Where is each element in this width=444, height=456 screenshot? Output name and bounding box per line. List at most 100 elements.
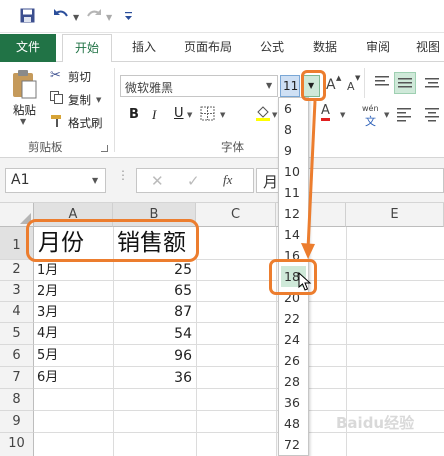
phonetic-top-text: wén [362, 104, 379, 113]
cell-a3[interactable]: 2月 [37, 282, 58, 301]
cell-a4[interactable]: 3月 [37, 303, 58, 322]
annotation-arrow-icon [301, 100, 317, 259]
font-size-option[interactable]: 36 [279, 392, 308, 413]
phonetic-dropdown-icon[interactable]: ▼ [384, 111, 389, 119]
row-header-3[interactable]: 3 [0, 281, 34, 302]
font-size-value: 11 [283, 79, 299, 93]
align-center-icon[interactable] [424, 106, 440, 122]
row-header-5[interactable]: 5 [0, 323, 34, 345]
row-header-2[interactable]: 2 [0, 260, 34, 281]
name-box[interactable]: A1 ▼ [5, 168, 106, 193]
cell-a5[interactable]: 4月 [37, 324, 58, 344]
format-painter-icon[interactable] [50, 114, 64, 128]
align-middle-icon[interactable] [394, 72, 416, 94]
grid-row-line [34, 367, 444, 389]
formula-bar: A1 ▼ ⋮ ✕ ✓ fx 月 [0, 158, 444, 203]
mouse-cursor-icon [298, 272, 312, 291]
cell-b5[interactable]: 54 [114, 324, 192, 344]
row-header-8[interactable]: 8 [0, 389, 34, 411]
tab-view[interactable]: 视图 [408, 34, 444, 62]
grid-row-line [34, 323, 444, 345]
tab-insert[interactable]: 插入 [124, 34, 164, 62]
align-bottom-icon[interactable] [424, 74, 440, 90]
row-header-7[interactable]: 7 [0, 367, 34, 389]
underline-button[interactable]: U [174, 106, 184, 121]
copy-icon[interactable] [50, 91, 63, 104]
row-header-10[interactable]: 10 [0, 433, 34, 456]
formula-bar-grip-icon[interactable]: ⋮ [117, 169, 129, 181]
bold-button[interactable]: B [129, 107, 139, 122]
save-icon[interactable] [20, 8, 35, 23]
grow-font-arrow: ▲ [336, 74, 342, 82]
paste-label[interactable]: 粘贴 [13, 102, 36, 118]
header-cells-highlight [26, 219, 199, 262]
italic-button[interactable]: I [152, 107, 156, 123]
row-header-6[interactable]: 6 [0, 345, 34, 367]
undo-dropdown-icon[interactable]: ▼ [73, 13, 79, 22]
font-color-dropdown-icon[interactable]: ▼ [340, 111, 345, 119]
font-name-dropdown-icon[interactable]: ▼ [266, 81, 272, 90]
copy-dropdown-icon[interactable]: ▼ [96, 96, 101, 104]
fill-color-icon[interactable] [255, 104, 271, 122]
font-group-label: 字体 [221, 140, 244, 154]
cell-b2[interactable]: 25 [114, 261, 192, 280]
paste-icon[interactable] [10, 69, 38, 101]
font-size-option[interactable]: 48 [279, 413, 308, 434]
tab-review[interactable]: 审阅 [358, 34, 398, 62]
group-divider [114, 68, 115, 152]
watermark: Baidu经验 [336, 414, 415, 432]
tab-home[interactable]: 开始 [62, 34, 112, 63]
align-left-icon[interactable] [396, 106, 412, 122]
fill-color-dropdown-icon[interactable]: ▼ [272, 111, 277, 119]
cell-a2[interactable]: 1月 [37, 261, 58, 280]
font-size-box[interactable]: 11 [280, 75, 300, 97]
cell-a6[interactable]: 5月 [37, 346, 58, 366]
name-box-dropdown-icon[interactable]: ▼ [92, 176, 98, 185]
cut-button[interactable]: 剪切 [68, 69, 91, 85]
insert-function-icon[interactable]: fx [223, 172, 232, 188]
shrink-font-icon[interactable]: A [347, 80, 355, 93]
cell-b4[interactable]: 87 [114, 303, 192, 322]
column-header-e[interactable]: E [346, 203, 444, 227]
borders-icon[interactable] [200, 106, 215, 121]
row-header-9[interactable]: 9 [0, 411, 34, 433]
cell-b6[interactable]: 96 [114, 346, 192, 366]
phonetic-guide-icon[interactable]: wén 文 [362, 104, 384, 128]
dropdown-button-highlight [301, 70, 326, 101]
font-size-option[interactable]: 24 [279, 329, 308, 350]
cell-b7[interactable]: 36 [114, 368, 192, 388]
cell-a7[interactable]: 6月 [37, 368, 58, 388]
redo-icon[interactable] [85, 7, 103, 23]
cut-icon[interactable]: ✂ [50, 68, 61, 83]
grow-font-icon[interactable]: A [326, 77, 336, 93]
enter-icon[interactable]: ✓ [187, 172, 200, 190]
tab-page-layout[interactable]: 页面布局 [175, 34, 241, 62]
copy-button[interactable]: 复制 [68, 92, 91, 108]
font-name-value: 微软雅黑 [125, 81, 174, 95]
column-header-c[interactable]: C [196, 203, 276, 227]
font-size-option[interactable]: 28 [279, 371, 308, 392]
align-top-icon[interactable] [374, 74, 390, 90]
customize-qat-icon[interactable] [124, 10, 133, 22]
undo-icon[interactable] [52, 7, 70, 23]
tab-formulas[interactable]: 公式 [252, 34, 292, 62]
clipboard-dialog-launcher-icon[interactable] [101, 145, 108, 152]
paste-dropdown-icon[interactable]: ▼ [20, 117, 26, 126]
font-name-box[interactable]: 微软雅黑 ▼ [120, 75, 278, 97]
tab-file[interactable]: 文件 [0, 34, 56, 62]
font-size-option[interactable]: 72 [279, 434, 308, 455]
clipboard-group-label: 剪贴板 [28, 140, 63, 154]
redo-dropdown-icon[interactable]: ▼ [106, 13, 112, 22]
cell-b3[interactable]: 65 [114, 282, 192, 301]
ribbon-tab-bar: 文件 开始 插入 页面布局 公式 数据 审阅 视图 [0, 34, 444, 63]
borders-dropdown-icon[interactable]: ▼ [220, 111, 225, 119]
underline-dropdown-icon[interactable]: ▼ [187, 111, 192, 119]
row-header-4[interactable]: 4 [0, 302, 34, 323]
cancel-icon[interactable]: ✕ [151, 172, 164, 190]
tab-data[interactable]: 数据 [305, 34, 345, 62]
grid-row-line [34, 302, 444, 323]
font-size-option[interactable]: 22 [279, 308, 308, 329]
name-box-value: A1 [11, 172, 30, 188]
font-size-option[interactable]: 26 [279, 350, 308, 371]
format-painter-button[interactable]: 格式刷 [68, 115, 103, 131]
